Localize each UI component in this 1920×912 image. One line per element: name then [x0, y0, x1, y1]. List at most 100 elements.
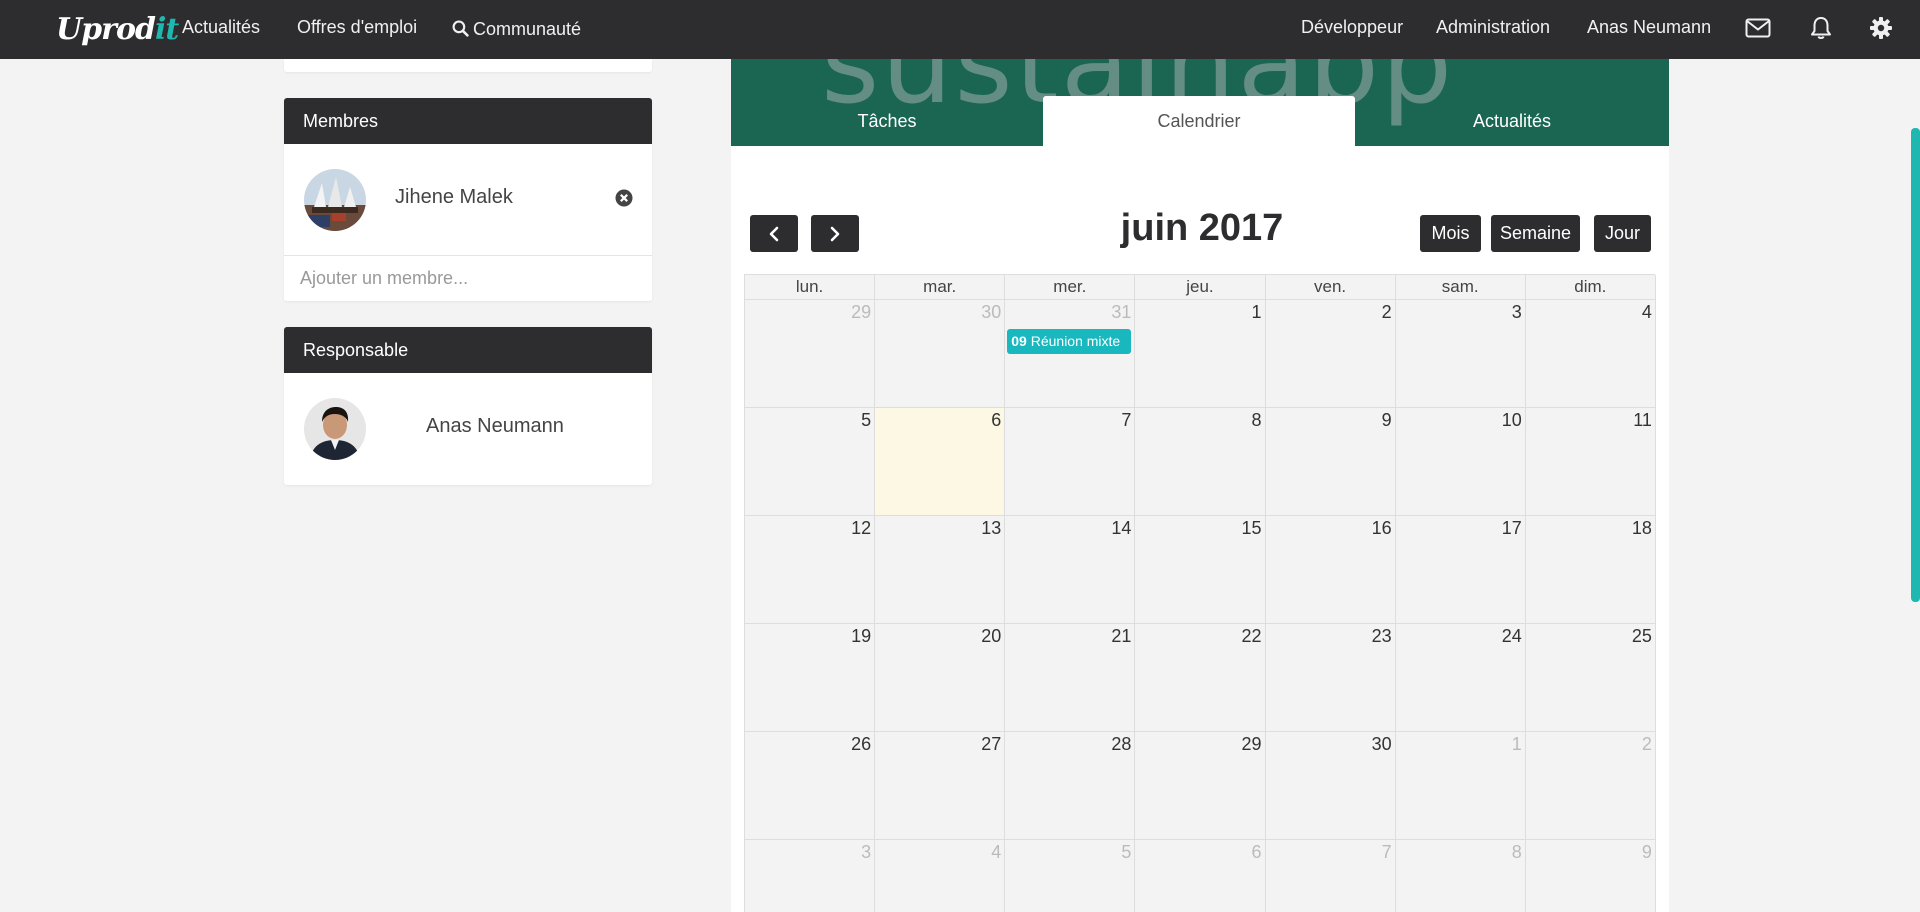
day-cell[interactable]: 4 — [1525, 300, 1656, 408]
calendar-week: 12 13 14 15 16 17 18 — [745, 516, 1656, 624]
day-cell[interactable]: 27 — [875, 732, 1006, 840]
day-cell[interactable]: 10 — [1395, 408, 1526, 516]
day-cell[interactable]: 4 — [875, 840, 1006, 912]
day-cell[interactable]: 2 — [1525, 732, 1656, 840]
day-cell[interactable]: 31 09 Réunion mixte — [1005, 300, 1136, 408]
day-number: 25 — [1631, 626, 1652, 646]
day-cell[interactable]: 19 — [745, 624, 876, 732]
gear-icon[interactable] — [1868, 15, 1894, 41]
weekday-label: sam. — [1395, 275, 1526, 300]
page-scrollbar[interactable] — [1911, 128, 1920, 602]
day-number: 12 — [851, 518, 872, 538]
day-number: 28 — [1111, 734, 1132, 754]
day-cell[interactable]: 2 — [1265, 300, 1396, 408]
day-cell[interactable]: 22 — [1135, 624, 1266, 732]
tab-taches[interactable]: Tâches — [731, 96, 1043, 146]
nav-administration[interactable]: Administration — [1436, 0, 1550, 59]
view-week-button[interactable]: Semaine — [1491, 215, 1580, 252]
calendar-week: 26 27 28 29 30 1 2 — [745, 732, 1656, 840]
day-number: 23 — [1371, 626, 1392, 646]
tab-actualites[interactable]: Actualités — [1356, 96, 1668, 146]
day-cell[interactable]: 1 — [1135, 300, 1266, 408]
day-number: 2 — [1381, 302, 1392, 322]
day-cell[interactable]: 1 — [1395, 732, 1526, 840]
day-cell[interactable]: 30 — [1265, 732, 1396, 840]
next-month-button[interactable] — [811, 215, 859, 252]
calendar-event[interactable]: 09 Réunion mixte — [1007, 329, 1132, 354]
day-number: 24 — [1501, 626, 1522, 646]
day-cell[interactable]: 28 — [1005, 732, 1136, 840]
remove-member-icon[interactable] — [615, 189, 633, 207]
logo-main: Uprod — [56, 11, 156, 47]
day-number: 10 — [1501, 410, 1522, 430]
envelope-icon[interactable] — [1745, 15, 1771, 41]
day-cell-today[interactable]: 6 — [875, 408, 1006, 516]
event-title: Réunion mixte — [1030, 333, 1121, 349]
nav-developpeur[interactable]: Développeur — [1301, 0, 1403, 59]
weekday-label: ven. — [1265, 275, 1396, 300]
day-cell[interactable]: 6 — [1135, 840, 1266, 912]
day-number: 8 — [1511, 842, 1522, 862]
nav-actualites[interactable]: Actualités — [182, 0, 260, 59]
day-cell[interactable]: 5 — [1005, 840, 1136, 912]
day-cell[interactable]: 9 — [1265, 408, 1396, 516]
responsible-panel-title: Responsable — [284, 327, 652, 373]
bell-icon[interactable] — [1808, 15, 1834, 41]
calendar-week: 3 4 5 6 7 8 9 — [745, 840, 1656, 912]
day-cell[interactable]: 7 — [1265, 840, 1396, 912]
day-cell[interactable]: 15 — [1135, 516, 1266, 624]
day-cell[interactable]: 9 — [1525, 840, 1656, 912]
day-number: 31 — [1111, 302, 1132, 322]
project-main: sustainapp Tâches Calendrier Actualités … — [731, 59, 1669, 912]
view-month-button[interactable]: Mois — [1420, 215, 1481, 252]
day-cell[interactable]: 24 — [1395, 624, 1526, 732]
day-cell[interactable]: 18 — [1525, 516, 1656, 624]
day-number: 3 — [861, 842, 872, 862]
day-cell[interactable]: 21 — [1005, 624, 1136, 732]
day-cell[interactable]: 23 — [1265, 624, 1396, 732]
day-cell[interactable]: 29 — [1135, 732, 1266, 840]
day-cell[interactable]: 20 — [875, 624, 1006, 732]
prev-month-button[interactable] — [750, 215, 798, 252]
day-cell[interactable]: 12 — [745, 516, 876, 624]
weekday-label: jeu. — [1135, 275, 1266, 300]
day-cell[interactable]: 5 — [745, 408, 876, 516]
day-number: 4 — [1641, 302, 1652, 322]
member-avatar[interactable] — [304, 169, 366, 231]
day-cell[interactable]: 8 — [1395, 840, 1526, 912]
day-cell[interactable]: 14 — [1005, 516, 1136, 624]
day-number: 16 — [1371, 518, 1392, 538]
day-cell[interactable]: 29 — [745, 300, 876, 408]
day-cell[interactable]: 26 — [745, 732, 876, 840]
day-cell[interactable]: 16 — [1265, 516, 1396, 624]
logo-accent: it — [154, 11, 179, 47]
responsible-name[interactable]: Anas Neumann — [426, 415, 564, 438]
nav-communaute[interactable]: Communauté — [452, 0, 581, 59]
day-number: 15 — [1241, 518, 1262, 538]
day-cell[interactable]: 7 — [1005, 408, 1136, 516]
day-cell[interactable]: 13 — [875, 516, 1006, 624]
tab-calendrier[interactable]: Calendrier — [1043, 96, 1355, 146]
responsible-avatar[interactable] — [304, 398, 366, 460]
logo[interactable]: Uprod it — [56, 6, 179, 52]
day-number: 17 — [1501, 518, 1522, 538]
day-cell[interactable]: 3 — [1395, 300, 1526, 408]
nav-offres-emploi[interactable]: Offres d'emploi — [297, 0, 417, 59]
day-cell[interactable]: 30 — [875, 300, 1006, 408]
view-day-button[interactable]: Jour — [1594, 215, 1651, 252]
day-number: 30 — [1371, 734, 1392, 754]
weekday-label: mer. — [1005, 275, 1136, 300]
member-name[interactable]: Jihene Malek — [395, 186, 513, 209]
weekday-label: lun. — [745, 275, 876, 300]
day-cell[interactable]: 17 — [1395, 516, 1526, 624]
day-cell[interactable]: 11 — [1525, 408, 1656, 516]
add-member-input[interactable]: Ajouter un membre... — [284, 255, 652, 300]
day-number: 8 — [1251, 410, 1262, 430]
top-navbar: Uprod it Actualités Offres d'emploi Commu… — [0, 0, 1920, 59]
day-cell[interactable]: 8 — [1135, 408, 1266, 516]
day-cell[interactable]: 3 — [745, 840, 876, 912]
day-number: 14 — [1111, 518, 1132, 538]
nav-user[interactable]: Anas Neumann — [1587, 0, 1711, 59]
month-calendar: lun. mar. mer. jeu. ven. sam. dim. 29 30… — [744, 274, 1656, 912]
day-cell[interactable]: 25 — [1525, 624, 1656, 732]
